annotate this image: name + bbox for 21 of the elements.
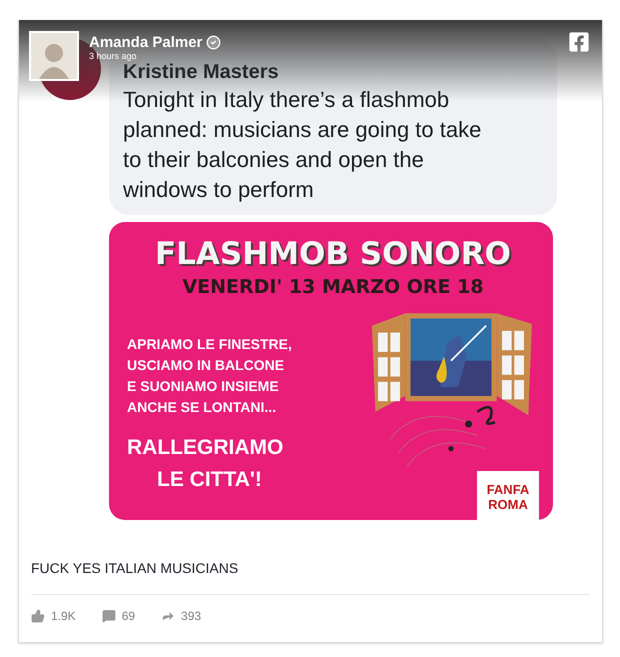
- poster-text-line: E SUONIAMO INSIEME: [127, 377, 280, 396]
- poster-logo: FANFA ROMA: [477, 471, 539, 523]
- profile-picture: [29, 31, 79, 81]
- comment-author: Kristine Masters: [123, 61, 279, 83]
- poster-slogan-line: LE CITTA'!: [156, 467, 263, 493]
- stat-count: 393: [181, 609, 202, 623]
- poster-slogan-line: RALLEGRIAMO: [127, 435, 284, 461]
- comment-icon[interactable]: [102, 609, 116, 623]
- comment-text: Tonight in Italy there’s a flashmob planned: musicians are going to take to their balconies and open the windows to perform: [123, 86, 482, 204]
- post-caption: FUCK YES ITALIAN MUSICIANS: [30, 559, 240, 576]
- stat-count: 1.9K: [51, 609, 76, 623]
- poster-date: VENERDI' 13 MARZO ORE 18: [182, 276, 484, 298]
- poster-text-line: ANCHE SE LONTANI...: [127, 398, 278, 417]
- post-time: 3 hours ago: [89, 51, 137, 61]
- poster-text-line: USCIAMO IN BALCONE: [127, 356, 286, 375]
- stat-count: 69: [122, 609, 136, 623]
- like-icon[interactable]: [31, 609, 45, 623]
- poster-title: FLASHMOB SONORO: [154, 236, 511, 272]
- logo-icon[interactable]: [568, 31, 590, 53]
- author-name[interactable]: Amanda Palmer: [89, 35, 202, 50]
- poster-text-line: APRIAMO LE FINESTRE,: [127, 335, 292, 354]
